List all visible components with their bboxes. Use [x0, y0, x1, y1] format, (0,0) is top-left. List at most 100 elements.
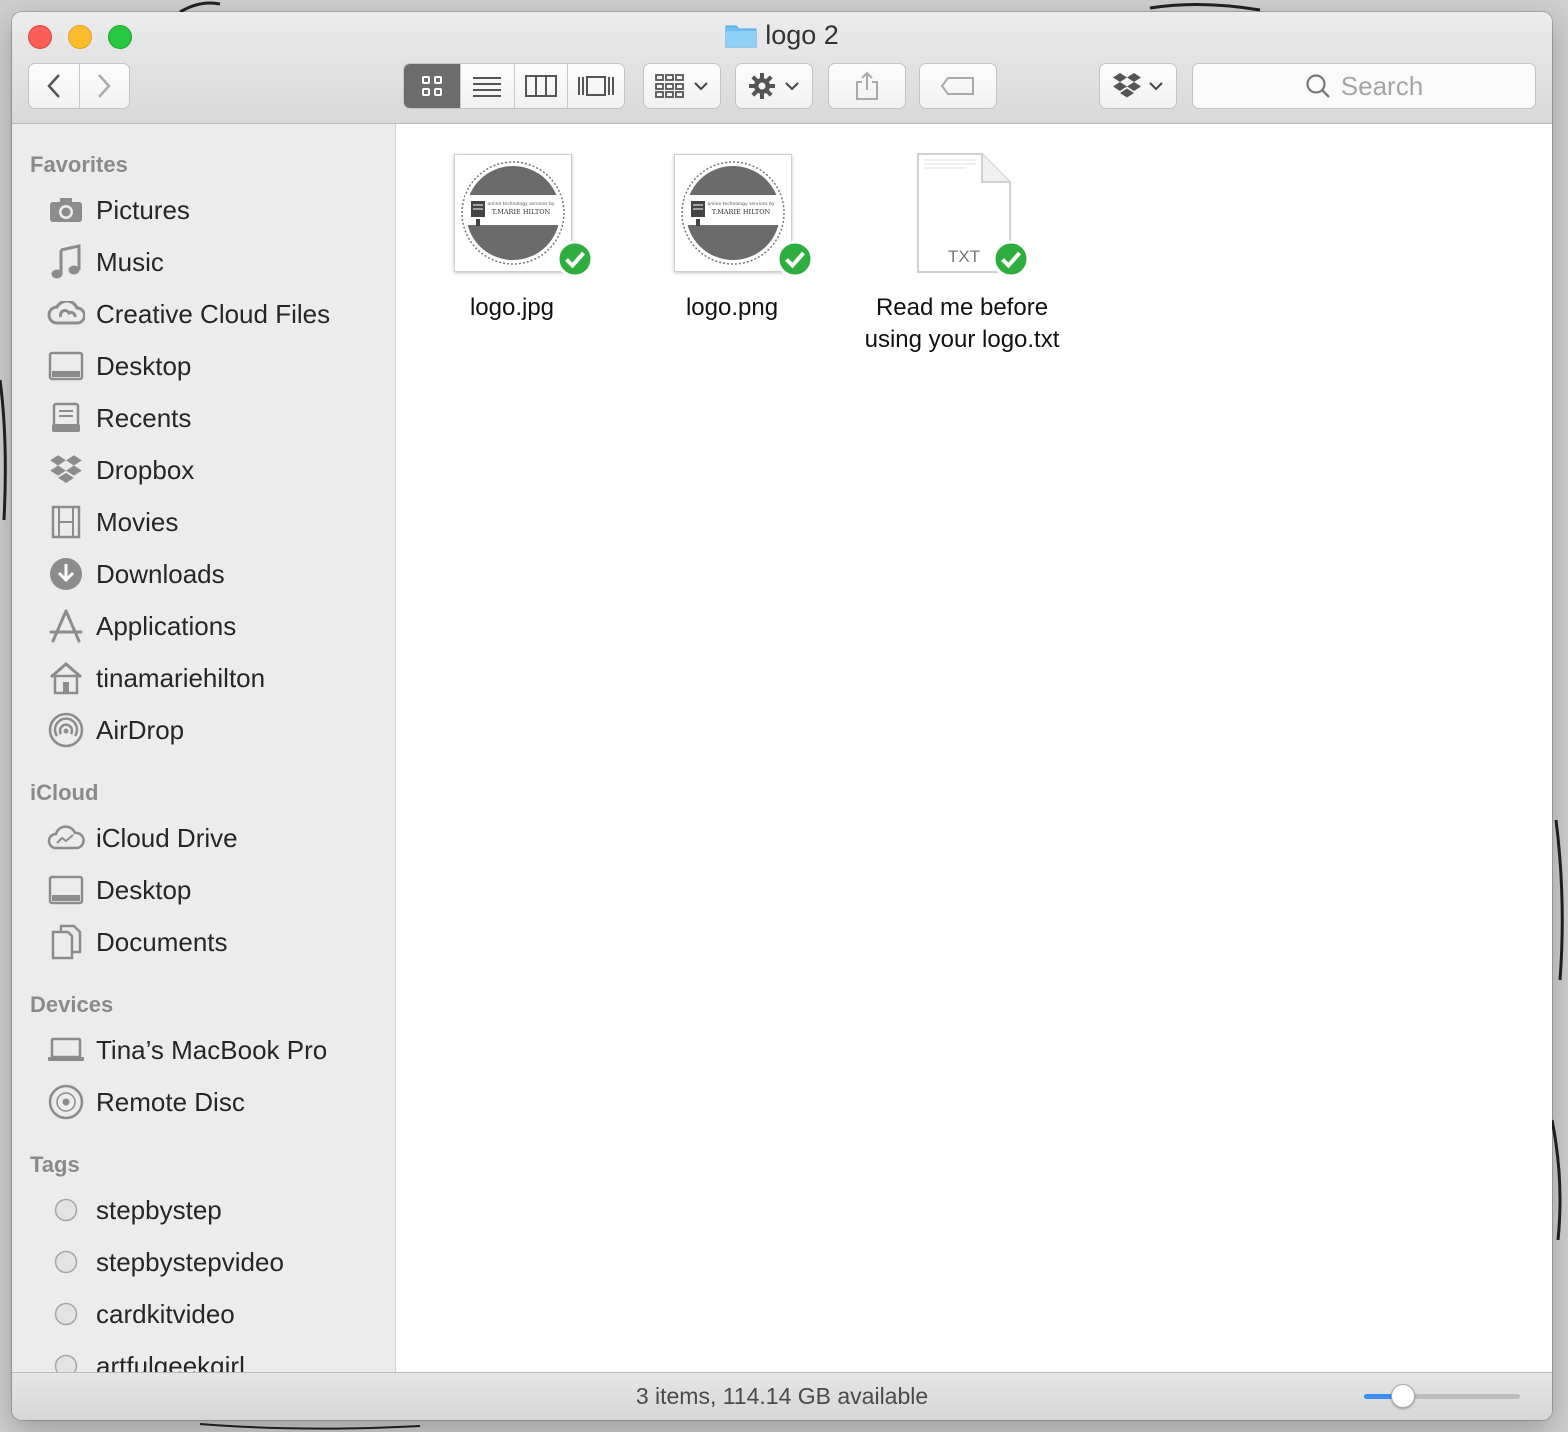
sidebar-item-label: Recents	[96, 402, 192, 433]
sidebar-item-downloads[interactable]: Downloads	[46, 552, 225, 596]
sidebar-tag-item[interactable]: artfulgeekgirl	[46, 1344, 245, 1372]
image-thumbnail: online technology services by T.MARIE HI…	[454, 154, 572, 272]
cloud-icon	[46, 818, 86, 858]
logo-brand: T.MARIE HILTON	[712, 208, 771, 216]
logo-brand: T.MARIE HILTON	[492, 208, 551, 216]
camera-icon	[46, 190, 86, 230]
sync-check-icon	[776, 240, 814, 278]
dropbox-icon	[1113, 73, 1141, 98]
tag-circle-icon	[46, 1294, 86, 1334]
cover-flow-icon	[578, 76, 615, 96]
status-text: 3 items, 114.14 GB available	[635, 1383, 929, 1409]
sidebar-item-desktop[interactable]: Desktop	[46, 344, 191, 388]
sidebar-item-label: AirDrop	[96, 714, 185, 745]
sidebar-header-icloud: iCloud	[30, 780, 99, 805]
creative-cloud-icon	[46, 294, 86, 334]
sidebar-item-documents[interactable]: Documents	[46, 920, 228, 964]
icon-view-button[interactable]	[404, 64, 461, 108]
sidebar-item-label: Applications	[96, 610, 237, 641]
arrange-button[interactable]	[643, 63, 721, 109]
list-view-icon	[473, 77, 502, 97]
sidebar-item-macbook[interactable]: Tina’s MacBook Pro	[46, 1028, 327, 1072]
sync-check-icon	[556, 240, 594, 278]
logo-tagline: online technology services by	[488, 201, 555, 207]
dropbox-icon	[46, 450, 86, 490]
share-button[interactable]	[828, 63, 906, 109]
gear-icon	[749, 73, 775, 99]
sidebar-item-label: Creative Cloud Files	[96, 298, 331, 329]
folder-icon	[725, 22, 757, 55]
sidebar-item-label: Downloads	[96, 558, 225, 589]
chevron-down-icon	[785, 82, 799, 91]
laptop-icon	[46, 1030, 86, 1070]
sidebar-item-icloud-drive[interactable]: iCloud Drive	[46, 816, 238, 860]
documents-icon	[46, 922, 86, 962]
sidebar-item-label: stepbystepvideo	[96, 1246, 284, 1277]
sidebar-tag-item[interactable]: cardkitvideo	[46, 1292, 235, 1336]
slider-thumb[interactable]	[1391, 1384, 1415, 1408]
icon-size-slider[interactable]	[1364, 1384, 1520, 1408]
file-name-line: Read me before	[875, 294, 1049, 321]
sidebar-item-home[interactable]: tinamariehilton	[46, 656, 265, 700]
back-button[interactable]	[29, 64, 80, 108]
title-bar: logo 2 Search	[12, 12, 1552, 124]
sidebar-header-tags: Tags	[30, 1152, 80, 1177]
airdrop-icon	[46, 710, 86, 750]
finder-window: logo 2 Search Favorites Pictures Music C…	[12, 12, 1552, 1420]
chevron-left-icon	[47, 74, 60, 98]
sidebar-item-music[interactable]: Music	[46, 240, 164, 284]
search-field[interactable]: Search	[1192, 63, 1536, 109]
dropbox-button[interactable]	[1099, 63, 1177, 109]
icon-view-icon	[421, 76, 442, 96]
file-name: Read me before using your logo.txt	[842, 292, 1082, 356]
desktop-icon	[46, 346, 86, 386]
sidebar-item-airdrop[interactable]: AirDrop	[46, 708, 184, 752]
sidebar-tag-item[interactable]: stepbystepvideo	[46, 1240, 284, 1284]
file-item-readme-txt[interactable]: TXT Read me before using your logo.txt	[842, 142, 1082, 362]
sidebar-item-movies[interactable]: Movies	[46, 500, 178, 544]
file-item-logo-jpg[interactable]: online technology services by T.MARIE HI…	[422, 142, 602, 342]
sidebar-item-icloud-desktop[interactable]: Desktop	[46, 868, 191, 912]
sidebar-item-applications[interactable]: Applications	[46, 604, 236, 648]
tag-circle-icon	[46, 1242, 86, 1282]
sidebar-item-pictures[interactable]: Pictures	[46, 188, 190, 232]
sidebar-item-recents[interactable]: Recents	[46, 396, 191, 440]
sidebar-tag-item[interactable]: stepbystep	[46, 1188, 222, 1232]
column-view-button[interactable]	[515, 64, 569, 108]
search-icon	[1306, 74, 1330, 98]
sidebar-header-favorites: Favorites	[30, 152, 128, 177]
cover-flow-button[interactable]	[568, 64, 624, 108]
file-name: logo.jpg	[469, 294, 555, 321]
action-button[interactable]	[735, 63, 813, 109]
file-browser: online technology services by T.MARIE HI…	[396, 124, 1552, 1372]
sidebar-item-dropbox[interactable]: Dropbox	[46, 448, 194, 492]
home-icon	[46, 658, 86, 698]
file-name-line: using your logo.txt	[864, 326, 1060, 353]
applications-icon	[46, 606, 86, 646]
chevron-down-icon	[694, 82, 708, 91]
sidebar-item-label: Movies	[96, 506, 179, 537]
recents-icon	[46, 398, 86, 438]
logo-tagline: online technology services by	[708, 201, 775, 207]
sidebar-item-creative-cloud[interactable]: Creative Cloud Files	[46, 292, 330, 336]
arrange-icon	[655, 74, 684, 98]
sidebar-item-label: Pictures	[96, 194, 190, 225]
sidebar-item-label: Desktop	[96, 874, 192, 905]
sidebar-item-remote-disc[interactable]: Remote Disc	[46, 1080, 245, 1124]
sidebar-item-label: Remote Disc	[96, 1086, 245, 1117]
disc-icon	[46, 1082, 86, 1122]
window-title: logo 2	[12, 20, 1552, 55]
sidebar-item-label: Music	[96, 246, 164, 277]
file-item-logo-png[interactable]: online technology services by T.MARIE HI…	[642, 142, 822, 342]
view-mode-control	[403, 63, 625, 109]
file-name: logo.png	[685, 294, 779, 321]
forward-button[interactable]	[80, 64, 130, 108]
edit-tags-button[interactable]	[919, 63, 997, 109]
tag-circle-icon	[46, 1190, 86, 1230]
sidebar-item-label: Tina’s MacBook Pro	[96, 1034, 328, 1065]
list-view-button[interactable]	[461, 64, 515, 108]
sidebar-item-label: stepbystep	[96, 1194, 222, 1225]
music-note-icon	[46, 242, 86, 282]
window-title-text: logo 2	[765, 20, 839, 50]
status-bar: 3 items, 114.14 GB available	[12, 1372, 1552, 1420]
